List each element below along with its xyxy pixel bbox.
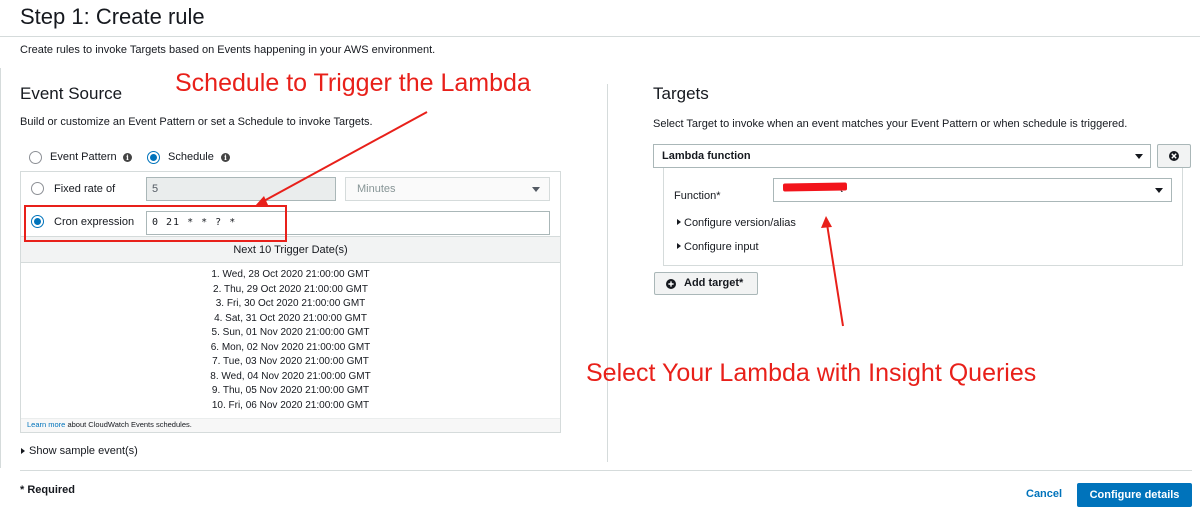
arrow-to-cron — [261, 111, 428, 203]
annotation-arrows — [255, 111, 844, 327]
arrow-to-function — [826, 223, 844, 327]
arrow-head-icon — [821, 216, 832, 228]
arrow-head-icon — [255, 196, 268, 206]
